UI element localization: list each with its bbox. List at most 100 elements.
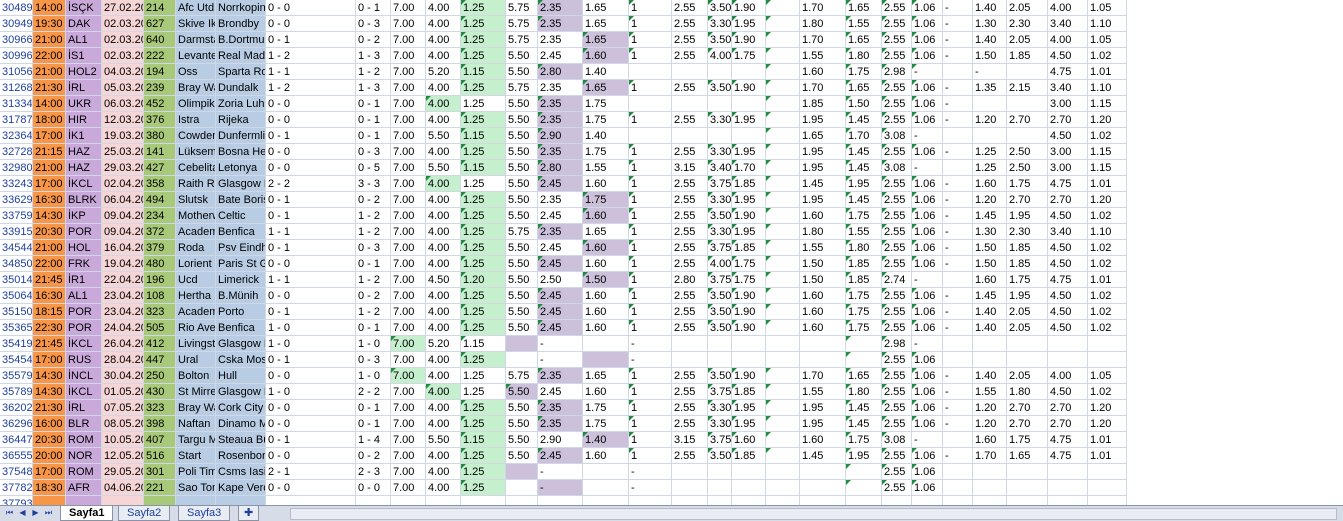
table-cell[interactable]: 3.30 xyxy=(708,16,732,32)
table-cell[interactable]: 1.70 xyxy=(732,160,766,176)
table-cell[interactable]: Psv Eindhoven xyxy=(216,240,266,256)
table-cell[interactable]: 1.85 xyxy=(1007,240,1048,256)
table-cell[interactable] xyxy=(766,320,800,336)
table-cell[interactable]: 1.50 xyxy=(973,256,1007,272)
table-cell[interactable]: 21:00 xyxy=(33,240,66,256)
table-cell[interactable]: 1.75 xyxy=(583,416,629,432)
table-cell[interactable] xyxy=(1007,64,1048,80)
table-cell[interactable]: 35365 xyxy=(0,320,33,336)
table-cell[interactable] xyxy=(672,464,708,480)
table-cell[interactable]: Start xyxy=(176,448,216,464)
table-cell[interactable]: 407 xyxy=(144,432,176,448)
table-cell[interactable]: 5.50 xyxy=(506,192,538,208)
table-cell[interactable]: 1.95 xyxy=(800,160,846,176)
table-cell[interactable]: 1.80 xyxy=(846,48,882,64)
table-cell[interactable]: 1.65 xyxy=(583,0,629,16)
table-cell[interactable]: 1 xyxy=(629,32,672,48)
table-cell[interactable]: 16:00 xyxy=(33,416,66,432)
table-cell[interactable]: 516 xyxy=(144,448,176,464)
table-cell[interactable]: 4.00 xyxy=(426,32,461,48)
table-cell[interactable]: 1.85 xyxy=(732,384,766,400)
table-cell[interactable]: 1.15 xyxy=(461,432,506,448)
table-cell[interactable]: 323 xyxy=(144,304,176,320)
table-cell[interactable]: 1.25 xyxy=(461,256,506,272)
table-cell[interactable]: 2 - 2 xyxy=(356,384,391,400)
table-cell[interactable]: 4.00 xyxy=(426,288,461,304)
table-cell[interactable]: İRL xyxy=(66,400,102,416)
table-cell[interactable]: 1 xyxy=(629,16,672,32)
table-cell[interactable]: 0 - 0 xyxy=(266,416,356,432)
table-cell[interactable]: 2.45 xyxy=(538,448,583,464)
table-cell[interactable]: 1.06 xyxy=(912,256,943,272)
table-cell[interactable] xyxy=(766,48,800,64)
table-cell[interactable]: 323 xyxy=(144,400,176,416)
table-cell[interactable]: 1.90 xyxy=(732,368,766,384)
table-cell[interactable]: 2.70 xyxy=(1048,400,1088,416)
table-cell[interactable]: 7.00 xyxy=(391,432,426,448)
table-cell[interactable]: 3.50 xyxy=(708,208,732,224)
table-cell[interactable]: Zoria Luhansk xyxy=(216,96,266,112)
table-cell[interactable]: 16.04.2016 xyxy=(102,240,144,256)
table-cell[interactable] xyxy=(506,496,538,505)
table-cell[interactable] xyxy=(943,352,973,368)
table-cell[interactable]: 2.55 xyxy=(672,416,708,432)
table-cell[interactable]: 1.95 xyxy=(732,224,766,240)
table-cell[interactable]: 1.60 xyxy=(800,432,846,448)
table-cell[interactable]: 1.95 xyxy=(1007,288,1048,304)
table-cell[interactable] xyxy=(973,496,1007,505)
table-cell[interactable]: 1.95 xyxy=(732,144,766,160)
table-cell[interactable]: 1.10 xyxy=(1088,80,1127,96)
table-cell[interactable] xyxy=(708,352,732,368)
table-cell[interactable]: 4.00 xyxy=(426,480,461,496)
table-cell[interactable]: 2.90 xyxy=(538,432,583,448)
table-cell[interactable]: 5.50 xyxy=(506,304,538,320)
table-cell[interactable]: Levante xyxy=(176,48,216,64)
table-cell[interactable]: 1.65 xyxy=(583,80,629,96)
table-cell[interactable]: 35789 xyxy=(0,384,33,400)
table-cell[interactable]: 1.06 xyxy=(912,80,943,96)
table-cell[interactable]: 1.45 xyxy=(846,192,882,208)
table-cell[interactable]: 1.05 xyxy=(1088,0,1127,16)
table-cell[interactable]: Porto xyxy=(216,304,266,320)
table-cell[interactable]: 25.03.2016 xyxy=(102,144,144,160)
table-cell[interactable]: 2.55 xyxy=(882,256,912,272)
table-cell[interactable]: 1.55 xyxy=(846,16,882,32)
table-cell[interactable]: 2.30 xyxy=(1007,224,1048,240)
table-cell[interactable]: 1.02 xyxy=(1088,384,1127,400)
table-cell[interactable]: 4.00 xyxy=(426,224,461,240)
table-cell[interactable]: 1.75 xyxy=(583,400,629,416)
table-cell[interactable]: 4.00 xyxy=(426,464,461,480)
table-cell[interactable]: 1 - 4 xyxy=(356,432,391,448)
table-cell[interactable]: 0 - 1 xyxy=(266,432,356,448)
table-cell[interactable]: 1.75 xyxy=(846,64,882,80)
table-cell[interactable]: 3.00 xyxy=(1048,144,1088,160)
table-cell[interactable]: 1.25 xyxy=(461,32,506,48)
table-cell[interactable]: 5.50 xyxy=(506,64,538,80)
table-cell[interactable]: 1.25 xyxy=(461,448,506,464)
table-cell[interactable]: 1.90 xyxy=(732,304,766,320)
table-cell[interactable]: 1.80 xyxy=(800,224,846,240)
table-cell[interactable]: 5.75 xyxy=(506,368,538,384)
table-cell[interactable] xyxy=(766,400,800,416)
table-cell[interactable]: 30949 xyxy=(0,16,33,32)
table-cell[interactable]: 1.60 xyxy=(800,64,846,80)
table-cell[interactable]: 21:30 xyxy=(33,80,66,96)
table-cell[interactable]: 1.06 xyxy=(912,352,943,368)
table-cell[interactable]: 1.75 xyxy=(732,48,766,64)
table-cell[interactable]: 2.90 xyxy=(538,128,583,144)
table-cell[interactable]: 1 xyxy=(629,288,672,304)
table-cell[interactable]: 05.03.2016 xyxy=(102,80,144,96)
table-cell[interactable]: 14:30 xyxy=(33,384,66,400)
table-cell[interactable]: 34544 xyxy=(0,240,33,256)
table-cell[interactable]: 2.70 xyxy=(1048,112,1088,128)
table-cell[interactable]: 1.60 xyxy=(800,304,846,320)
table-cell[interactable]: Istra xyxy=(176,112,216,128)
table-cell[interactable] xyxy=(766,288,800,304)
table-cell[interactable] xyxy=(766,192,800,208)
table-cell[interactable]: - xyxy=(912,272,943,288)
table-cell[interactable]: 1.90 xyxy=(732,32,766,48)
table-cell[interactable]: 2.55 xyxy=(882,80,912,96)
table-cell[interactable]: 18:00 xyxy=(33,112,66,128)
table-cell[interactable]: 1.75 xyxy=(1007,176,1048,192)
table-cell[interactable]: 1.20 xyxy=(973,400,1007,416)
